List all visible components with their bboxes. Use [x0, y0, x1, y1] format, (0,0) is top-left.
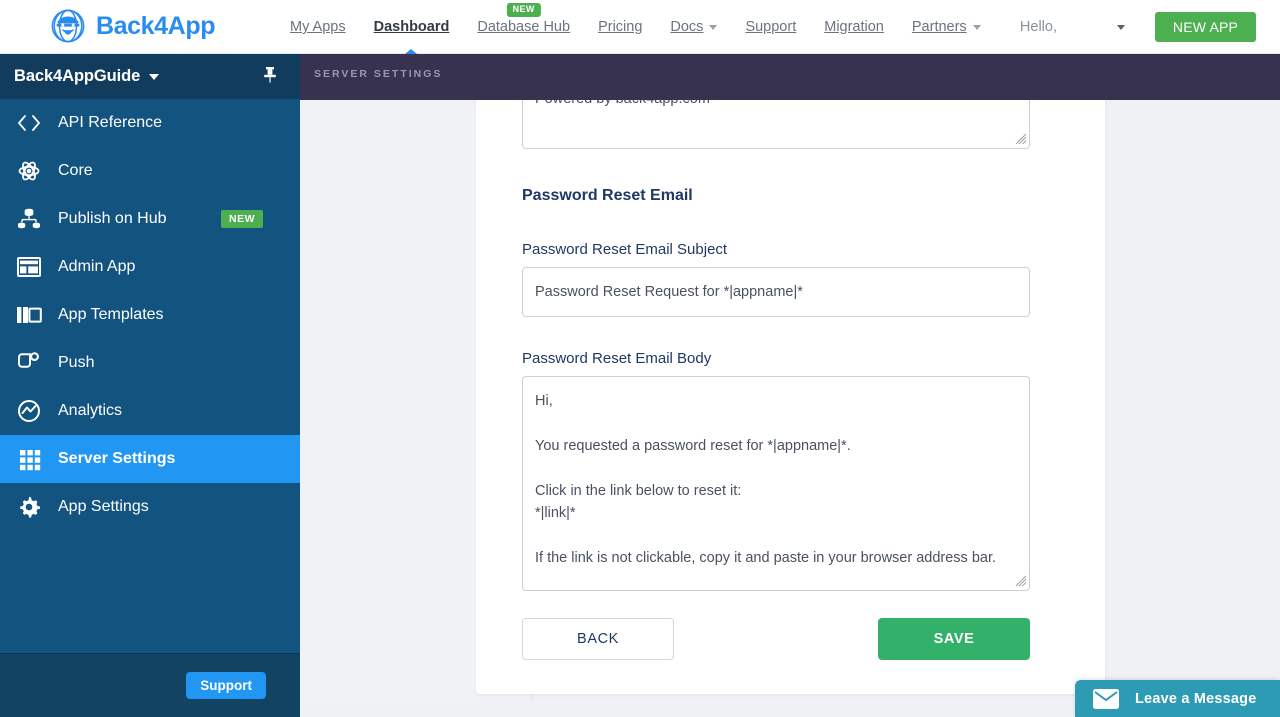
nav-link-partners[interactable]: Partners: [898, 0, 995, 54]
nav-link-label: Support: [745, 19, 797, 35]
user-greeting: Hello,: [1020, 19, 1089, 35]
sidebar-item-label: App Templates: [58, 306, 164, 323]
sidebar-footer: Support: [0, 653, 300, 717]
sidebar-item-label: Analytics: [58, 402, 123, 419]
sidebar-item-core[interactable]: Core: [0, 147, 300, 195]
code-brackets-icon: [14, 110, 44, 136]
new-app-button[interactable]: NEW APP: [1155, 12, 1256, 42]
greeting-text: Hello,: [1019, 19, 1057, 35]
nav-link-label: Migration: [824, 19, 884, 35]
chevron-down-icon: [1117, 24, 1125, 30]
database-share-icon: [14, 206, 44, 232]
leave-a-message-chat-button[interactable]: Leave a Message: [1075, 680, 1280, 717]
sidebar-app-selector[interactable]: Back4AppGuide: [0, 54, 300, 99]
password-reset-subject-input[interactable]: [522, 267, 1030, 317]
envelope-icon: [1093, 688, 1119, 709]
brand-logo-link[interactable]: Back4App: [49, 7, 215, 45]
sidebar-item-label: Core: [58, 162, 93, 179]
password-reset-body-textarea[interactable]: [522, 376, 1030, 591]
nav-link-label: Partners: [911, 19, 967, 35]
atom-icon: [14, 158, 44, 184]
back-button[interactable]: BACK: [522, 618, 674, 660]
form-actions: BACK SAVE: [522, 618, 1030, 660]
templates-icon: [14, 302, 44, 328]
gear-icon: [14, 494, 44, 520]
breadcrumb: SERVER SETTINGS: [314, 68, 443, 80]
chevron-down-icon: [972, 24, 981, 30]
pin-icon[interactable]: [262, 66, 278, 89]
sidebar-item-app-templates[interactable]: App Templates: [0, 291, 300, 339]
sidebar-item-admin-app[interactable]: Admin App: [0, 243, 300, 291]
password-reset-email-section-title: Password Reset Email: [522, 187, 693, 204]
user-account-menu[interactable]: Hello,: [1020, 0, 1125, 54]
sidebar-item-publish-on-hub[interactable]: Publish on Hub NEW: [0, 195, 300, 243]
chat-widget-label: Leave a Message: [1135, 690, 1257, 707]
sidebar-item-label: Server Settings: [58, 450, 176, 467]
sidebar-item-label: App Settings: [58, 498, 149, 515]
nav-link-pricing[interactable]: Pricing: [584, 0, 656, 54]
active-tab-indicator: [405, 49, 418, 54]
top-navigation-bar: Back4App My Apps Dashboard NEW Database Hub…: [0, 0, 1280, 54]
push-notification-icon: [14, 350, 44, 376]
sidebar-item-server-settings[interactable]: Server Settings: [0, 435, 300, 483]
nav-link-label: Pricing: [598, 19, 643, 35]
chevron-down-icon: [709, 24, 718, 30]
body-field-label: Password Reset Email Body: [522, 350, 712, 367]
sidebar-item-push[interactable]: Push: [0, 339, 300, 387]
grid-dots-icon: [14, 446, 44, 472]
sidebar-item-label: API Reference: [58, 114, 163, 131]
support-button[interactable]: Support: [186, 672, 266, 699]
brand-name: Back4App: [96, 11, 216, 40]
nav-new-badge: NEW: [506, 3, 541, 17]
sidebar-item-label: Admin App: [58, 258, 136, 275]
nav-link-database-hub[interactable]: NEW Database Hub: [463, 0, 584, 54]
nav-link-my-apps[interactable]: My Apps: [276, 0, 360, 54]
sidebar-nav-list: API Reference Core Publish on Hub NEW Admin …: [0, 99, 300, 531]
layout-panels-icon: [14, 254, 44, 280]
sidebar-item-analytics[interactable]: Analytics: [0, 387, 300, 435]
sidebar-item-label: Publish on Hub: [58, 210, 167, 227]
save-button[interactable]: SAVE: [878, 618, 1030, 660]
settings-card: Password Reset Email Password Reset Emai…: [476, 100, 1105, 694]
sidebar-app-name: Back4AppGuide: [14, 67, 141, 85]
back4app-logo-icon: [49, 7, 87, 45]
nav-link-label: My Apps: [290, 19, 346, 35]
verification-email-body-textarea[interactable]: [522, 100, 1030, 149]
app-sidebar: Back4AppGuide API Reference Core Publish o…: [0, 54, 300, 717]
analytics-chart-icon: [14, 398, 44, 424]
chevron-down-icon: [149, 73, 160, 80]
nav-link-label: Dashboard: [373, 19, 450, 35]
sidebar-item-label: Push: [58, 354, 95, 371]
nav-link-docs[interactable]: Docs: [656, 0, 731, 54]
subject-field-label: Password Reset Email Subject: [522, 241, 728, 258]
sidebar-item-api-reference[interactable]: API Reference: [0, 99, 300, 147]
nav-link-migration[interactable]: Migration: [810, 0, 898, 54]
sidebar-item-app-settings[interactable]: App Settings: [0, 483, 300, 531]
main-nav-links: My Apps Dashboard NEW Database Hub Pricing Do…: [276, 0, 995, 54]
nav-link-dashboard[interactable]: Dashboard: [360, 0, 464, 54]
nav-link-label: Docs: [670, 19, 704, 35]
content-area: Password Reset Email Password Reset Emai…: [300, 100, 1280, 717]
section-subheader: SERVER SETTINGS: [300, 54, 1280, 100]
nav-link-support[interactable]: Support: [731, 0, 810, 54]
sidebar-new-badge: NEW: [221, 210, 263, 228]
